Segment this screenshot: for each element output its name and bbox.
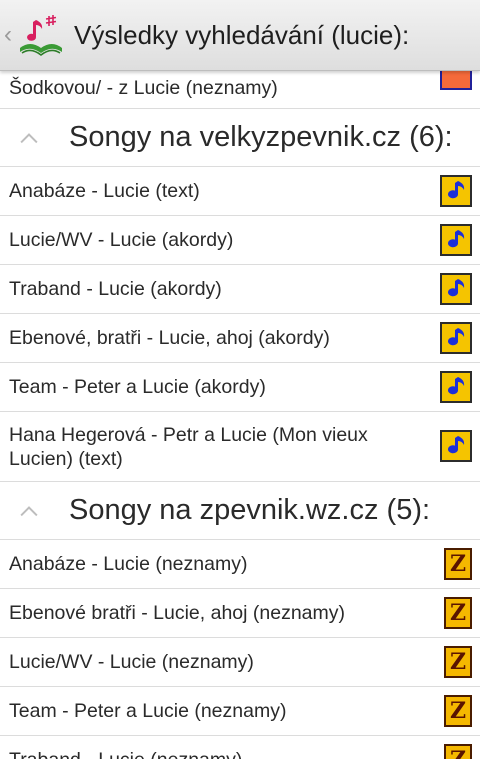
list-item[interactable]: Ebenové bratři - Lucie, ahoj (neznamy) Z [0,589,480,638]
z-letter-icon: Z [444,695,472,727]
list-item-label: Team - Peter a Lucie (akordy) [9,376,266,398]
list-item[interactable]: Traband - Lucie (neznamy) Z [0,736,480,759]
music-note-icon [440,322,472,354]
music-note-icon [440,371,472,403]
section-header-zpevnik-wz[interactable]: Songy na zpevnik.wz.cz (5): [0,482,480,540]
back-chevron-icon[interactable]: ‹ [4,23,16,47]
list-item[interactable]: Anabáze - Lucie (text) [0,167,480,216]
z-letter-glyph: Z [449,551,467,577]
collapse-caret-icon [20,506,38,517]
list-item[interactable]: Ebenové, bratři - Lucie, ahoj (akordy) [0,314,480,363]
list-item[interactable]: Team - Peter a Lucie (akordy) [0,363,480,412]
z-letter-glyph: Z [449,600,467,626]
action-bar: ‹ Výsledky vyhledávání (lucie): [0,0,480,71]
section-title: Songy na velkyzpevnik.cz (6): [69,121,453,153]
z-letter-icon: Z [444,744,472,759]
list-item-label: Team - Peter a Lucie (neznamy) [9,700,287,722]
list-item-label: Anabáze - Lucie (text) [9,180,200,202]
music-note-icon [440,175,472,207]
z-letter-glyph: Z [449,649,467,675]
collapse-caret-icon [20,133,38,144]
list-item-label: Ebenové bratři - Lucie, ahoj (neznamy) [9,602,346,624]
z-letter-icon: Z [444,646,472,678]
list-item-label: Ebenové, bratři - Lucie, ahoj (akordy) [9,327,330,349]
list-item[interactable]: Traband - Lucie (akordy) [0,265,480,314]
z-letter-icon: Z [444,597,472,629]
music-note-icon [440,273,472,305]
section-title: Songy na zpevnik.wz.cz (5): [69,494,431,526]
songbook-logo-icon[interactable] [16,10,66,60]
list-item-label: Lucie/WV - Lucie (akordy) [9,229,234,251]
music-note-icon [440,224,472,256]
list-item-label: Lucie/WV - Lucie (neznamy) [9,651,254,673]
list-item-label: Traband - Lucie (akordy) [9,278,222,300]
music-note-icon [440,430,472,462]
list-item[interactable]: Team - Peter a Lucie (neznamy) Z [0,687,480,736]
list-item-label: Hana Hegerová - Petr a Lucie (Mon vieux … [9,424,368,470]
list-item[interactable]: Hana Hegerová - Petr a Lucie (Mon vieux … [0,412,480,482]
list-item[interactable]: Lucie/WV - Lucie (akordy) [0,216,480,265]
z-letter-icon: Z [444,548,472,580]
section-header-velkyzpevnik[interactable]: Songy na velkyzpevnik.cz (6): [0,109,480,167]
list-item[interactable]: Lucie/WV - Lucie (neznamy) Z [0,638,480,687]
z-letter-glyph: Z [449,698,467,724]
z-letter-glyph: Z [450,749,466,759]
list-item-label: Anabáze - Lucie (neznamy) [9,553,248,575]
list-item[interactable]: Anabáze - Lucie (neznamy) Z [0,540,480,589]
list-item-label: Traband - Lucie (neznamy) [9,748,420,759]
list-item-label: Šodkovou/ - z Lucie (neznamy) [9,77,278,99]
page-title: Výsledky vyhledávání (lucie): [74,19,410,50]
